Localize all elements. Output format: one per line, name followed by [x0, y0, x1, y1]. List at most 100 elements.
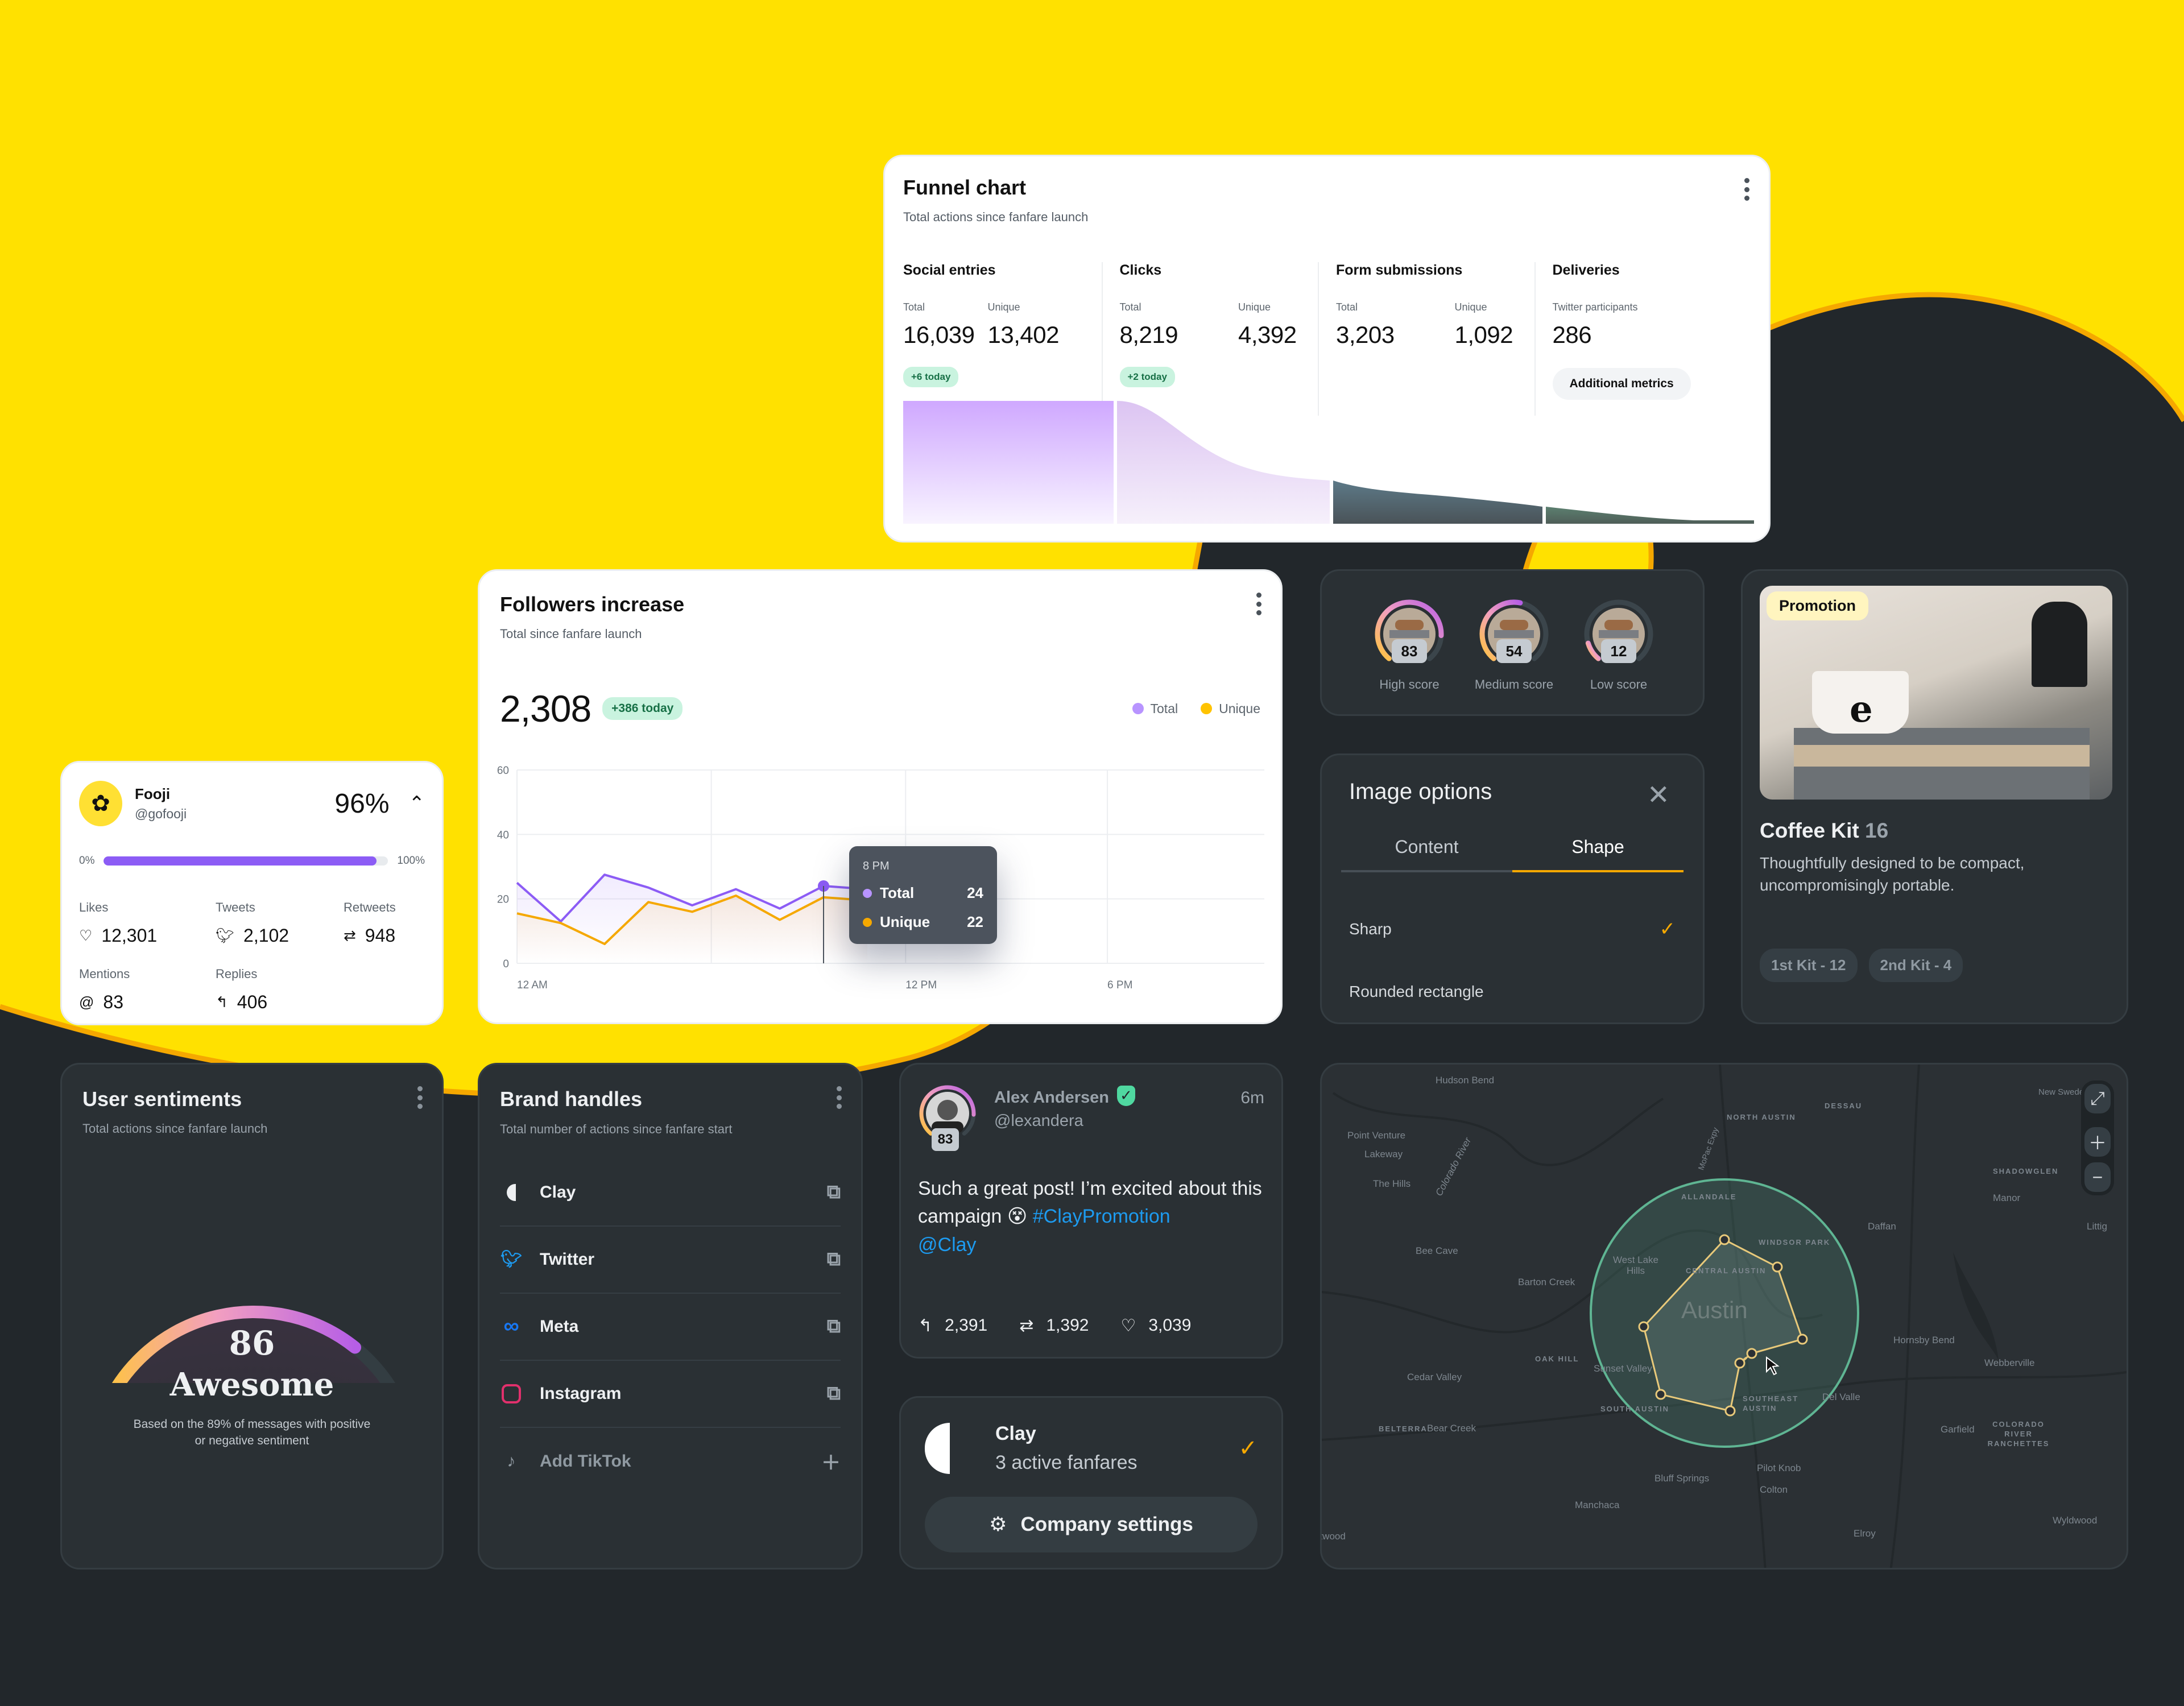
company-row-clay[interactable]: Clay 3 active fanfares ✓	[925, 1423, 1258, 1474]
funnel-column-form-submissions: Form submissions Total 3,203 Unique 1,092	[1318, 262, 1534, 416]
legend-item-unique[interactable]: Unique	[1201, 701, 1260, 717]
kit-chip[interactable]: 1st Kit - 12	[1760, 949, 1858, 983]
metric-value: 1,092	[1454, 321, 1513, 348]
heart-icon: ♡	[79, 927, 93, 944]
promotion-card[interactable]: e Promotion Coffee Kit 16 Thoughtfully d…	[1741, 569, 2128, 1024]
brands-subtitle: Total number of actions since fanfare st…	[500, 1122, 733, 1136]
reply-count[interactable]: ↰ 2,391	[918, 1316, 987, 1336]
stat-tweets: Tweets 🐦︎ 2,102	[216, 900, 289, 946]
progress-max-label: 100%	[397, 855, 425, 867]
map-label: Bluff Springs	[1654, 1473, 1710, 1484]
stat-replies: Replies ↰ 406	[216, 967, 268, 1012]
tweet-card[interactable]: 83 Alex Andersen ✓ @lexandera 6m Such a g…	[899, 1063, 1283, 1359]
map-label: Barton Creek	[1518, 1277, 1575, 1287]
external-link-icon[interactable]: ⧉	[827, 1382, 841, 1405]
legend-item-total[interactable]: Total	[1132, 701, 1178, 717]
sentiments-title: User sentiments	[82, 1087, 242, 1111]
map-label: ALLANDALE	[1681, 1192, 1737, 1201]
column-title: Social entries	[903, 262, 996, 278]
score-value: 54	[1496, 639, 1532, 663]
x-tick-label: 6 PM	[1107, 979, 1132, 991]
more-menu-icon[interactable]	[1256, 593, 1261, 615]
mention-link[interactable]: @Clay	[918, 1234, 977, 1256]
avatar[interactable]: 83	[918, 1084, 977, 1151]
twitter-icon: 🐦︎	[216, 927, 235, 944]
map-label: Point Venture	[1347, 1130, 1406, 1141]
brand-item-instagram[interactable]: Instagram ⧉	[500, 1361, 841, 1428]
clay-icon	[500, 1181, 523, 1204]
option-sharp[interactable]: Sharp ✓	[1349, 918, 1676, 941]
tooltip-time: 8 PM	[863, 860, 890, 872]
funnel-column-social-entries: Social entries Total 16,039 Unique 13,402 …	[903, 262, 1102, 416]
map-label: SHADOWGLEN	[1993, 1167, 2059, 1175]
tab-content[interactable]: Content	[1341, 837, 1512, 872]
map-label: Daffan	[1868, 1221, 1896, 1232]
like-count[interactable]: ♡ 3,039	[1120, 1316, 1191, 1336]
brand-item-clay[interactable]: Clay ⧉	[500, 1160, 841, 1227]
external-link-icon[interactable]: ⧉	[827, 1315, 841, 1338]
brand-item-meta[interactable]: ∞ Meta ⧉	[500, 1294, 841, 1361]
map-label: Manchaca	[1575, 1500, 1620, 1510]
funnel-segment-social	[903, 401, 1114, 524]
avatar-score: 83	[932, 1128, 959, 1151]
hashtag-link[interactable]: #ClayPromotion	[1033, 1206, 1170, 1227]
option-rounded-rectangle[interactable]: Rounded rectangle	[1349, 983, 1676, 1001]
panel-title: Image options	[1349, 779, 1492, 804]
sentiments-subtitle: Total actions since fanfare launch	[82, 1121, 268, 1136]
tweet-time: 6m	[1240, 1088, 1264, 1107]
more-menu-icon[interactable]	[417, 1086, 423, 1109]
more-menu-icon[interactable]	[1744, 178, 1749, 201]
kit-chip[interactable]: 2nd Kit - 4	[1868, 949, 1963, 983]
map-label: Littig	[2087, 1221, 2107, 1232]
brand-item-twitter[interactable]: 🐦︎ Twitter ⧉	[500, 1227, 841, 1294]
additional-metrics-button[interactable]: Additional metrics	[1552, 368, 1691, 400]
zoom-out-button[interactable]: −	[2084, 1162, 2111, 1192]
heart-icon: ♡	[1120, 1316, 1136, 1335]
add-tiktok-button[interactable]: ♪ Add TikTok ＋	[500, 1428, 841, 1495]
plus-icon[interactable]: ＋	[821, 1447, 841, 1475]
close-icon[interactable]: ✕	[1647, 779, 1670, 811]
check-icon: ✓	[1238, 1436, 1258, 1461]
chevron-up-icon[interactable]: ⌃	[409, 792, 425, 815]
retweet-icon: ⇄	[344, 927, 356, 944]
score-label: Medium score	[1474, 677, 1554, 691]
map-label: SOUTHEAST AUSTIN	[1743, 1394, 1799, 1413]
map-label: Pilot Knob	[1757, 1463, 1801, 1473]
completion-percent: 96%	[334, 788, 390, 819]
map-label: Colton	[1760, 1484, 1788, 1495]
funnel-segment-deliveries	[1546, 507, 1754, 524]
promotion-tag: Promotion	[1767, 591, 1868, 620]
zoom-in-button[interactable]: ＋	[2084, 1127, 2111, 1157]
map-label: WINDSOR PARK	[1759, 1238, 1831, 1247]
map-card[interactable]: Hudson Bend Point Venture Lakeway The Hi…	[1320, 1063, 2128, 1570]
map-label: Elroy	[1854, 1528, 1876, 1539]
funnel-title: Funnel chart	[903, 176, 1027, 199]
product-description: Thoughtfully designed to be compact, unc…	[1760, 854, 2025, 895]
map-label: West Lake Hills	[1613, 1254, 1659, 1276]
external-link-icon[interactable]: ⧉	[827, 1248, 841, 1270]
score-high[interactable]: 83 High score	[1358, 597, 1461, 692]
funnel-column-deliveries: Deliveries Twitter participants 286 Addit…	[1534, 262, 1751, 416]
map-label: BELTERRA	[1379, 1425, 1428, 1433]
metric-value: 16,039	[903, 321, 975, 348]
metric-value: 8,219	[1119, 321, 1178, 348]
funnel-area-chart	[903, 401, 1754, 524]
score-low[interactable]: 12 Low score	[1567, 597, 1670, 692]
external-link-icon[interactable]: ⧉	[827, 1181, 841, 1203]
company-settings-button[interactable]: ⚙ Company settings	[925, 1497, 1258, 1552]
clay-logo-icon	[925, 1423, 950, 1474]
score-medium[interactable]: 54 Medium score	[1463, 597, 1565, 692]
x-tick-label: 12 AM	[517, 979, 548, 991]
retweet-count[interactable]: ⇄ 1,392	[1019, 1316, 1089, 1336]
chart-legend: Total Unique	[1132, 701, 1260, 717]
twitter-icon: 🐦︎	[500, 1250, 523, 1269]
at-icon: @	[79, 993, 94, 1011]
metric-value: 13,402	[987, 321, 1060, 348]
expand-icon[interactable]: ⤢	[2084, 1084, 2111, 1113]
tab-shape[interactable]: Shape	[1512, 837, 1684, 872]
instagram-icon	[500, 1382, 523, 1405]
check-icon: ✓	[1659, 918, 1676, 940]
more-menu-icon[interactable]	[836, 1086, 842, 1109]
map-label: CENTRAL AUSTIN	[1686, 1266, 1767, 1275]
metric-label: Unique	[987, 301, 1020, 313]
